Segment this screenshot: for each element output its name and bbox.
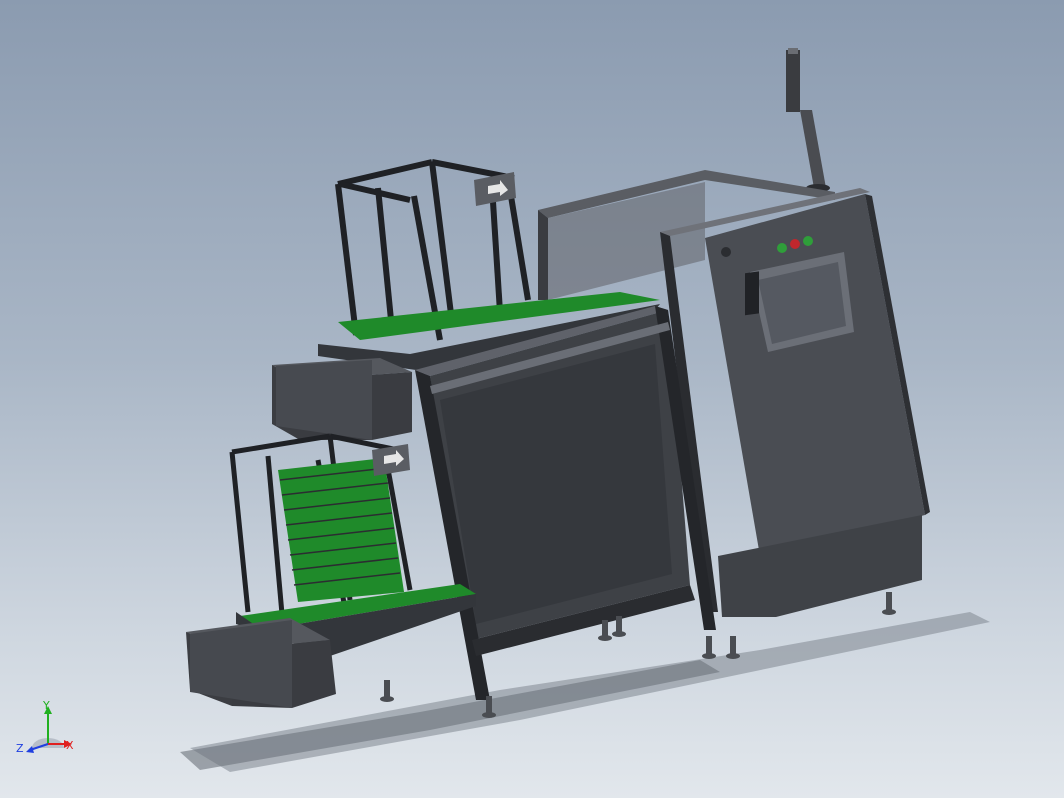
cabinet-lock [721,247,731,257]
upper-feed-box [272,358,412,440]
lower-feed-box [186,618,336,708]
green-pilot-lamp-2 [803,236,813,246]
red-pilot-lamp [790,239,800,249]
z-axis-label: Z [16,742,24,755]
green-pilot-lamp [777,243,787,253]
orientation-triad: Y X Z [16,700,74,755]
main-frame [415,306,716,700]
cabinet-handle [745,271,759,316]
y-axis-label: Y [42,700,50,712]
signal-tower [786,48,830,192]
cabinet-door [705,194,925,556]
machine-assembly-model[interactable] [0,0,1064,798]
model-viewport[interactable]: Y X Z [0,0,1064,798]
x-axis-label: X [66,739,74,752]
